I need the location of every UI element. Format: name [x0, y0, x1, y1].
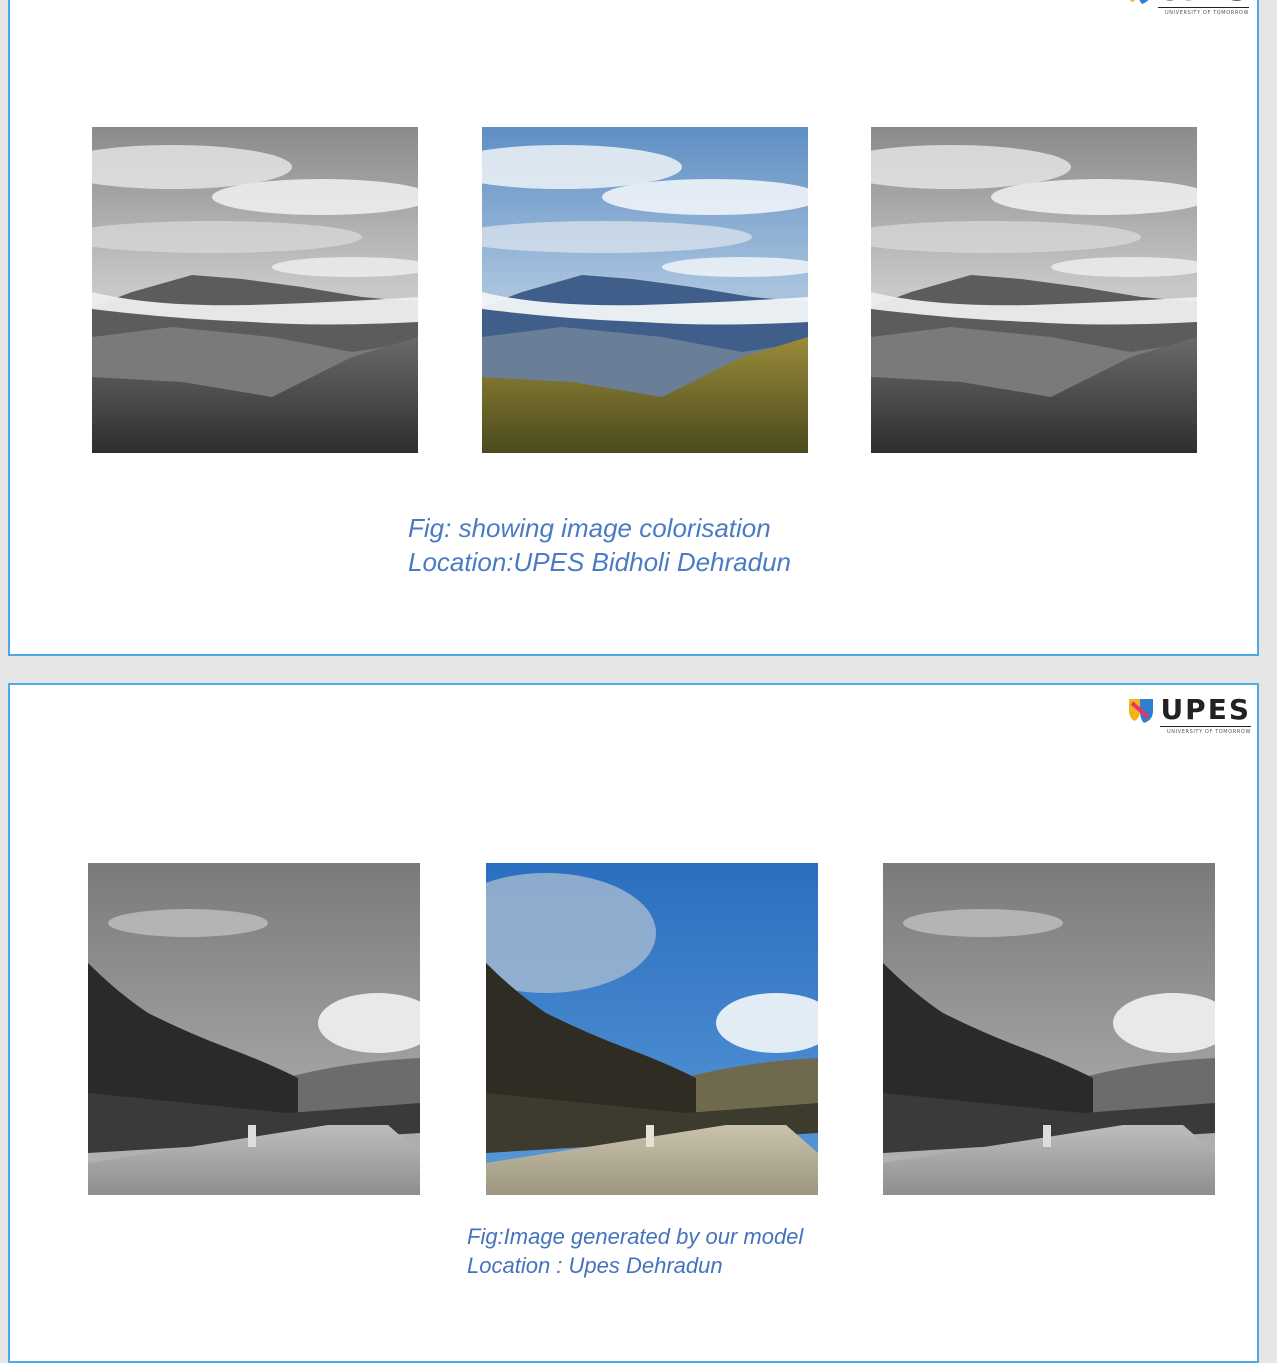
slide-2: UPES UNIVERSITY OF TOMORROW Fig:Image ge… [8, 683, 1259, 1363]
logo-tagline: UNIVERSITY OF TOMORROW [1167, 729, 1251, 735]
campus-photo-colorised [486, 863, 818, 1195]
mountain-photo-grayscale-left [92, 127, 418, 453]
caption-title: Fig:Image generated by our model [467, 1224, 804, 1249]
figure-caption: Fig:Image generated by our model Locatio… [467, 1222, 803, 1280]
caption-title: Fig: showing image colorisation [408, 513, 771, 543]
upes-logo-icon [1129, 699, 1154, 723]
logo-tagline: UNIVERSITY OF TOMORROW [1165, 10, 1249, 16]
slide-1: UPES UNIVERSITY OF TOMORROW [8, 0, 1259, 656]
caption-location: Location : Upes Dehradun [467, 1253, 723, 1278]
upes-logo-icon [1130, 0, 1149, 4]
upes-logo: UPES UNIVERSITY OF TOMORROW [1124, 0, 1249, 16]
figure-caption: Fig: showing image colorisation Location… [408, 511, 791, 579]
mountain-photo-grayscale-right [871, 127, 1197, 453]
caption-location: Location:UPES Bidholi Dehradun [408, 547, 792, 577]
campus-photo-grayscale-right [883, 863, 1215, 1195]
mountain-photo-colorised [482, 127, 808, 453]
logo-wordmark: UPES [1160, 693, 1251, 727]
campus-photo-grayscale-left [88, 863, 420, 1195]
logo-wordmark: UPES [1158, 0, 1249, 8]
upes-logo: UPES UNIVERSITY OF TOMORROW [1126, 695, 1251, 735]
